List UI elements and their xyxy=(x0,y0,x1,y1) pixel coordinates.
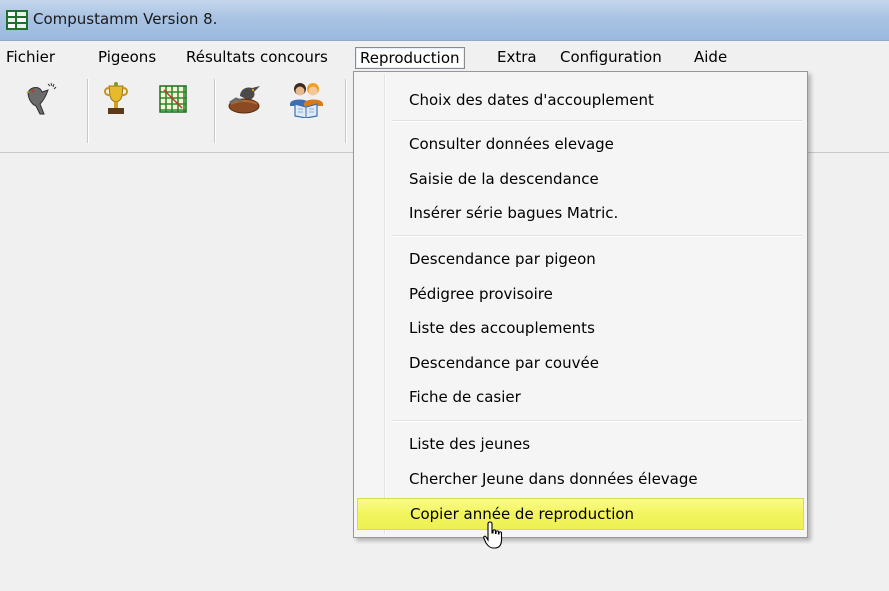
menu-pigeons[interactable]: Pigeons xyxy=(94,47,160,69)
grid-icon[interactable] xyxy=(154,80,192,118)
menu-bar: Fichier Pigeons Résultats concours Repro… xyxy=(0,45,889,71)
toolbar-separator xyxy=(87,79,89,143)
menu-fichier[interactable]: Fichier xyxy=(2,47,59,69)
menu-configuration[interactable]: Configuration xyxy=(556,47,666,69)
mouse-cursor-icon xyxy=(483,521,505,551)
menu-item-consulter-donnees-elevage[interactable]: Consulter données elevage xyxy=(357,128,804,160)
menu-item-pedigree-provisoire[interactable]: Pédigree provisoire xyxy=(357,278,804,310)
menu-resultats-concours[interactable]: Résultats concours xyxy=(182,47,332,69)
menu-reproduction[interactable]: Reproduction xyxy=(355,47,465,69)
people-book-icon[interactable] xyxy=(287,80,325,118)
menu-item-choix-dates-accouplement[interactable]: Choix des dates d'accouplement xyxy=(357,84,804,116)
menu-item-liste-accouplements[interactable]: Liste des accouplements xyxy=(357,312,804,344)
menu-item-fiche-de-casier[interactable]: Fiche de casier xyxy=(357,381,804,413)
window-title: Compustamm Version 8. xyxy=(33,10,218,28)
nest-icon[interactable] xyxy=(226,80,264,118)
reproduction-dropdown-menu: Choix des dates d'accouplement Consulter… xyxy=(353,71,808,538)
toolbar-separator xyxy=(214,79,216,143)
menu-item-liste-des-jeunes[interactable]: Liste des jeunes xyxy=(357,428,804,460)
toolbar-separator xyxy=(345,79,347,143)
title-bar[interactable]: Compustamm Version 8. xyxy=(0,0,889,41)
menu-aide[interactable]: Aide xyxy=(690,47,731,69)
compustamm-app-icon[interactable] xyxy=(6,10,28,30)
menu-separator xyxy=(392,420,802,422)
menu-item-descendance-par-pigeon[interactable]: Descendance par pigeon xyxy=(357,243,804,275)
menu-separator xyxy=(392,235,802,237)
menu-separator xyxy=(392,120,802,122)
menu-item-copier-annee-reproduction[interactable]: Copier année de reproduction xyxy=(357,498,804,530)
menu-item-inserer-serie-bagues[interactable]: Insérer série bagues Matric. xyxy=(357,197,804,229)
menu-item-chercher-jeune[interactable]: Chercher Jeune dans données élevage xyxy=(357,463,804,495)
menu-item-saisie-descendance[interactable]: Saisie de la descendance xyxy=(357,163,804,195)
menu-item-descendance-par-couvee[interactable]: Descendance par couvée xyxy=(357,347,804,379)
trophy-icon[interactable] xyxy=(97,80,135,118)
pigeon-icon[interactable] xyxy=(22,80,60,118)
menu-extra[interactable]: Extra xyxy=(493,47,541,69)
